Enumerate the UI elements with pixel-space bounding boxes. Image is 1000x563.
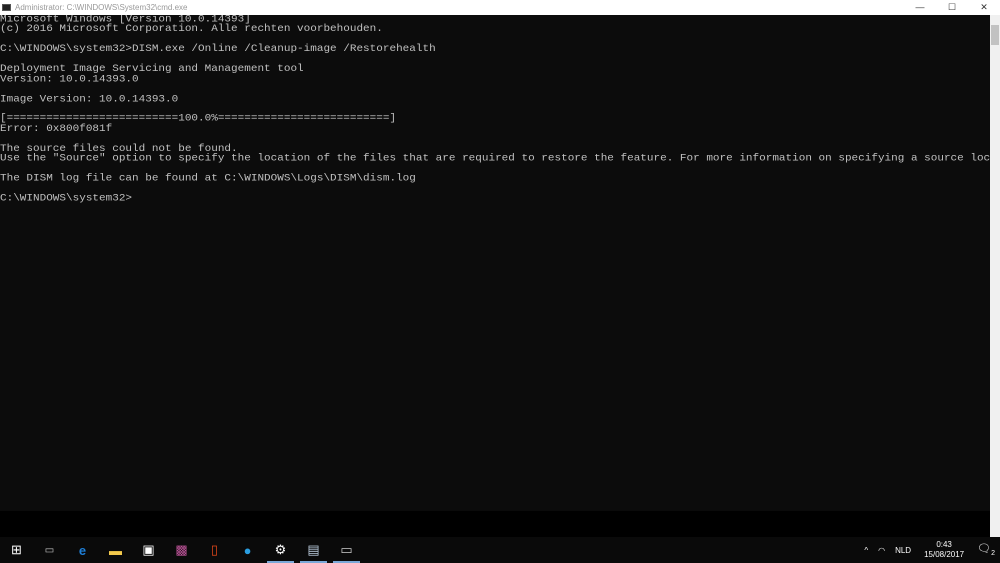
wifi-icon[interactable]: ◠ [878,546,885,555]
console-line: [==========================100.0%=======… [0,113,397,125]
title-bar[interactable]: Administrator: C:\WINDOWS\System32\cmd.e… [0,0,1000,15]
console-line: Deployment Image Servicing and Managemen… [0,63,304,76]
file-explorer-icon[interactable]: ▬ [99,537,132,563]
thunderbird-icon[interactable]: ● [231,537,264,563]
photos-icon[interactable]: ▩ [165,537,198,563]
remote-desktop-icon[interactable]: ▤ [297,537,330,563]
clock-date: 15/08/2017 [924,550,965,559]
minimize-button[interactable]: — [904,0,936,15]
console-line: Image Version: 10.0.14393.0 [0,93,179,105]
settings-icon[interactable]: ⚙ [264,537,297,563]
console-line: The DISM log file can be found at C:\WIN… [0,172,416,185]
notifications-icon[interactable]: 🗨2 [977,542,995,557]
console-output[interactable]: Microsoft Windows [Version 10.0.14393] (c… [0,15,990,511]
task-view-icon[interactable]: ▭ [33,537,66,563]
console-line: Use the "Source" option to specify the l… [0,152,990,165]
cmd-icon[interactable]: ▭ [330,537,363,563]
scrollbar[interactable] [990,15,1000,537]
show-hidden-icons-button[interactable]: ^ [864,546,868,555]
clock-time: 0:43 [936,540,952,549]
language-indicator[interactable]: NLD [895,546,911,555]
console-line: Version: 10.0.14393.0 [0,73,139,85]
taskbar: ⊞ ▭ e ▬ ▣ ▩ ▯ ● ⚙ ▤ ▭ ^ ◠ NLD 0:43 15/08… [0,537,1000,563]
console-line: C:\WINDOWS\system32> [0,192,133,204]
maximize-button[interactable]: ☐ [936,0,968,15]
cmd-app-icon [2,4,11,11]
console-line: (c) 2016 Microsoft Corporation. Alle rec… [0,23,383,36]
store-icon[interactable]: ▣ [132,537,165,563]
scrollbar-thumb[interactable] [991,25,999,45]
notification-count: 2 [991,550,995,558]
clock[interactable]: 0:43 15/08/2017 [924,540,964,560]
console-line: Error: 0x800f081f [0,123,113,135]
edge-icon[interactable]: e [66,537,99,563]
console-line: C:\WINDOWS\system32>DISM.exe /Online /Cl… [0,43,436,56]
office-icon[interactable]: ▯ [198,537,231,563]
close-button[interactable]: ✕ [968,0,1000,15]
window-title: Administrator: C:\WINDOWS\System32\cmd.e… [15,3,188,12]
windows-start-icon[interactable]: ⊞ [0,537,33,563]
